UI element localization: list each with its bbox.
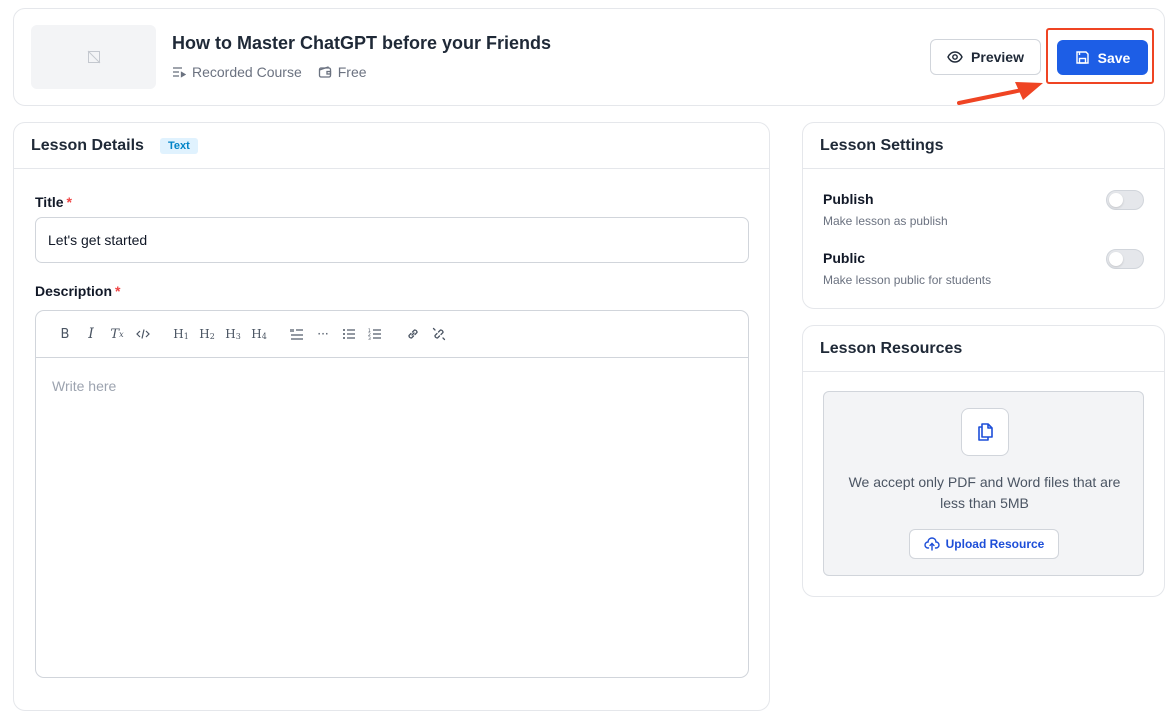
- italic-icon[interactable]: I: [78, 322, 104, 346]
- unlink-icon[interactable]: [426, 322, 452, 346]
- resource-dropzone[interactable]: We accept only PDF and Word files that a…: [823, 391, 1144, 576]
- bold-icon[interactable]: B: [52, 322, 78, 346]
- wallet-icon: [318, 66, 331, 78]
- blockquote-icon[interactable]: [284, 322, 310, 346]
- title-input-value: Let's get started: [48, 232, 148, 248]
- annotation-arrow-icon: [957, 82, 1043, 105]
- editor-placeholder: Write here: [52, 378, 117, 394]
- lesson-settings-panel: Lesson Settings Publish Make lesson as p…: [802, 122, 1165, 309]
- h4-icon[interactable]: H4: [246, 322, 272, 346]
- bullet-list-icon[interactable]: [336, 322, 362, 346]
- lesson-details-title: Lesson Details: [31, 136, 144, 154]
- ordered-list-icon[interactable]: 123: [362, 322, 388, 346]
- h3-icon[interactable]: H3: [220, 322, 246, 346]
- editor-toolbar: B I Tx H1 H2 H3 H4 ··· 123: [36, 311, 748, 358]
- save-label: Save: [1097, 49, 1131, 66]
- title-label-text: Title: [35, 194, 64, 210]
- upload-cloud-icon: [924, 537, 940, 551]
- description-editor: B I Tx H1 H2 H3 H4 ··· 123 Write here: [35, 310, 749, 678]
- course-price: Free: [318, 64, 367, 80]
- code-icon[interactable]: [130, 322, 156, 346]
- description-label-text: Description: [35, 283, 113, 299]
- publish-setting-name: Publish: [823, 191, 874, 207]
- broken-image-icon: [87, 50, 100, 64]
- accepted-files-note: We accept only PDF and Word files that a…: [848, 474, 1121, 511]
- public-setting-name: Public: [823, 250, 866, 266]
- preview-label: Preview: [971, 49, 1024, 65]
- publish-setting: Publish Make lesson as publish: [823, 191, 948, 228]
- editor-content-area[interactable]: Write here: [36, 358, 748, 414]
- files-icon: [961, 408, 1009, 456]
- toggle-knob: [1109, 252, 1123, 266]
- clear-format-icon[interactable]: Tx: [104, 322, 130, 346]
- svg-text:3: 3: [368, 336, 371, 340]
- h1-icon[interactable]: H1: [168, 322, 194, 346]
- list-video-icon: [173, 67, 186, 78]
- lesson-details-header: Lesson Details Text: [14, 123, 769, 169]
- save-button[interactable]: Save: [1057, 40, 1148, 75]
- lesson-resources-title: Lesson Resources: [820, 339, 963, 357]
- horizontal-rule-icon[interactable]: ···: [310, 322, 336, 346]
- preview-button[interactable]: Preview: [930, 39, 1041, 75]
- lesson-details-panel: Lesson Details Text Title * Let's get sta…: [13, 122, 770, 711]
- lesson-settings-header: Lesson Settings: [803, 123, 1164, 169]
- upload-resource-label: Upload Resource: [945, 537, 1045, 551]
- h2-icon[interactable]: H2: [194, 322, 220, 346]
- course-meta: Recorded Course Free: [172, 64, 383, 80]
- lesson-type-badge: Text: [159, 137, 198, 154]
- lesson-settings-title: Lesson Settings: [820, 136, 944, 154]
- public-setting: Public Make lesson public for students: [823, 250, 991, 287]
- course-title: How to Master ChatGPT before your Friend…: [172, 33, 552, 53]
- lesson-resources-header: Lesson Resources: [803, 326, 1164, 372]
- description-label: Description *: [35, 283, 120, 299]
- floppy-disk-icon: [1075, 51, 1089, 64]
- upload-resource-button[interactable]: Upload Resource: [909, 529, 1059, 559]
- course-thumbnail: [31, 25, 156, 89]
- title-input[interactable]: Let's get started: [35, 217, 749, 263]
- required-marker: *: [115, 283, 121, 299]
- course-type-label: Recorded Course: [192, 64, 302, 80]
- publish-toggle[interactable]: [1106, 190, 1144, 210]
- title-label: Title *: [35, 194, 72, 210]
- public-setting-desc: Make lesson public for students: [823, 273, 992, 287]
- lesson-resources-panel: Lesson Resources We accept only PDF and …: [802, 325, 1165, 597]
- public-toggle[interactable]: [1106, 249, 1144, 269]
- course-price-label: Free: [337, 64, 367, 80]
- publish-setting-desc: Make lesson as publish: [823, 214, 948, 228]
- eye-icon: [947, 51, 963, 63]
- required-marker: *: [66, 194, 72, 210]
- toggle-knob: [1109, 193, 1123, 207]
- link-icon[interactable]: [400, 322, 426, 346]
- course-type: Recorded Course: [172, 64, 302, 80]
